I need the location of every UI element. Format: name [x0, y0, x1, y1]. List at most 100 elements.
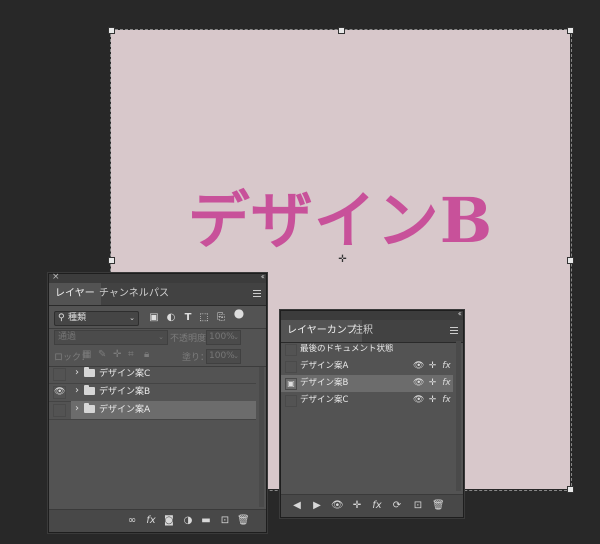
- folder-icon: [84, 403, 95, 413]
- chevron-right-icon[interactable]: ›: [75, 367, 79, 378]
- visibility-toggle[interactable]: [53, 368, 66, 381]
- lock-artboard-icon[interactable]: ⌗: [128, 349, 134, 360]
- transform-handle-top-right[interactable]: [567, 27, 574, 34]
- comps-bottom-toolbar: ◀ ▶ 👁︎ ✛ fx ⟳ ⊡ 🗑︎: [281, 494, 463, 517]
- transform-handle-top-left[interactable]: [108, 27, 115, 34]
- divider: [49, 328, 266, 329]
- transform-handle-left[interactable]: [108, 257, 115, 264]
- layer-row[interactable]: › デザイン案A: [49, 401, 256, 420]
- panel-menu-icon[interactable]: [450, 327, 458, 336]
- last-document-state-label: 最後のドキュメント状態: [300, 344, 394, 354]
- fx-icon[interactable]: fx: [441, 395, 452, 406]
- visibility-toggle[interactable]: [53, 404, 66, 417]
- layers-panel-titlebar[interactable]: × ‹‹: [49, 272, 266, 283]
- comp-name: デザイン案C: [300, 395, 349, 405]
- chevron-down-icon: ⌄: [233, 333, 239, 341]
- visibility-icon[interactable]: 👁︎: [413, 361, 424, 372]
- eye-icon[interactable]: 👁︎: [53, 386, 66, 399]
- trash-icon[interactable]: 🗑︎: [237, 515, 250, 527]
- comp-row[interactable]: ▣ デザイン案B 👁︎ ✛ fx: [281, 375, 453, 392]
- tab-paths[interactable]: パス: [143, 283, 175, 305]
- visibility-icon[interactable]: 👁︎: [413, 395, 424, 406]
- chevron-down-icon: ⌄: [158, 333, 164, 341]
- chevron-down-icon: ⌄: [233, 352, 239, 360]
- filter-toggle-icon[interactable]: ●: [233, 307, 245, 319]
- folder-icon: [84, 367, 95, 377]
- canvas-text: デザインB: [187, 184, 494, 257]
- chevron-right-icon[interactable]: ›: [75, 385, 79, 396]
- apply-toggle[interactable]: [285, 361, 297, 373]
- next-comp-icon[interactable]: ▶: [311, 500, 323, 512]
- applied-comp-icon[interactable]: ▣: [285, 378, 297, 390]
- mask-icon[interactable]: ◙: [163, 515, 175, 527]
- last-document-state-row[interactable]: 最後のドキュメント状態: [281, 341, 453, 358]
- filter-kind-value: 種類: [68, 313, 87, 323]
- close-icon[interactable]: ×: [52, 272, 60, 282]
- layer-comps-panel: ‹‹ レイヤーカンプ 注釈 最後のドキュメント状態 デザイン案A 👁︎ ✛ fx…: [280, 309, 464, 518]
- filter-kind-select[interactable]: ⚲ 種類 ⌄: [54, 311, 139, 326]
- opacity-value: 100%: [209, 332, 235, 342]
- chevron-right-icon[interactable]: ›: [75, 403, 79, 414]
- scrollbar[interactable]: [456, 341, 461, 491]
- lock-all-icon[interactable]: 🔒︎: [144, 349, 149, 360]
- layer-name: デザイン案A: [99, 405, 151, 415]
- tab-notes[interactable]: 注釈: [347, 320, 379, 342]
- comp-name: デザイン案A: [300, 361, 349, 371]
- opacity-field[interactable]: 100% ⌄: [206, 330, 241, 345]
- layer-name: デザイン案C: [99, 369, 151, 379]
- panel-menu-icon[interactable]: [253, 290, 261, 299]
- lock-position-icon[interactable]: ✛: [113, 349, 121, 360]
- position-icon[interactable]: ✛: [427, 378, 438, 389]
- new-comp-icon[interactable]: ⊡: [412, 500, 424, 512]
- update-style-icon[interactable]: fx: [371, 500, 383, 512]
- reference-point-icon[interactable]: ✛: [338, 255, 347, 265]
- layers-tabbar: レイヤー チャンネル パス: [49, 283, 266, 306]
- collapse-icon[interactable]: ‹‹: [458, 309, 463, 318]
- apply-toggle[interactable]: [285, 344, 297, 356]
- layer-row[interactable]: › デザイン案C: [49, 365, 256, 384]
- new-layer-icon[interactable]: ⊡: [219, 515, 231, 527]
- update-comp-icon[interactable]: ⟳: [391, 500, 403, 512]
- update-visibility-icon[interactable]: 👁︎: [331, 500, 344, 512]
- filter-smartobject-icon[interactable]: ⎘: [215, 312, 227, 324]
- new-group-icon[interactable]: ▬: [200, 515, 212, 527]
- lock-transparent-icon[interactable]: ▦: [82, 349, 91, 360]
- filter-pixel-icon[interactable]: ▣: [148, 312, 160, 324]
- previous-comp-icon[interactable]: ◀: [291, 500, 303, 512]
- fill-field[interactable]: 100% ⌄: [206, 349, 241, 364]
- layer-name: デザイン案B: [99, 387, 151, 397]
- adjustment-icon[interactable]: ◑: [182, 515, 194, 527]
- folder-icon: [84, 385, 95, 395]
- lock-paint-icon[interactable]: ✎: [98, 349, 106, 360]
- layer-row[interactable]: 👁︎ › デザイン案B: [49, 383, 256, 402]
- collapse-icon[interactable]: ‹‹: [261, 272, 266, 281]
- fill-value: 100%: [209, 351, 235, 361]
- comp-row[interactable]: デザイン案C 👁︎ ✛ fx: [281, 392, 453, 409]
- transform-handle-right[interactable]: [567, 257, 574, 264]
- apply-toggle[interactable]: [285, 395, 297, 407]
- blend-mode-select[interactable]: 通過 ⌄: [54, 330, 168, 345]
- filter-type-icon[interactable]: T: [182, 312, 194, 324]
- scrollbar[interactable]: [259, 367, 264, 507]
- transform-handle-top[interactable]: [338, 27, 345, 34]
- filter-shape-icon[interactable]: ⬚: [198, 312, 210, 324]
- trash-icon[interactable]: 🗑︎: [432, 500, 445, 512]
- fill-label: 塗り：: [182, 353, 210, 363]
- position-icon[interactable]: ✛: [427, 395, 438, 406]
- transform-handle-bottom-right[interactable]: [567, 486, 574, 493]
- update-position-icon[interactable]: ✛: [351, 500, 363, 512]
- comp-name: デザイン案B: [300, 378, 349, 388]
- fx-icon[interactable]: fx: [441, 378, 452, 389]
- blend-mode-value: 通過: [58, 332, 77, 342]
- fx-icon[interactable]: fx: [145, 515, 157, 527]
- comp-row[interactable]: デザイン案A 👁︎ ✛ fx: [281, 358, 453, 375]
- filter-adjustment-icon[interactable]: ◐: [165, 312, 177, 324]
- position-icon[interactable]: ✛: [427, 361, 438, 372]
- visibility-icon[interactable]: 👁︎: [413, 378, 424, 389]
- comps-panel-titlebar[interactable]: ‹‹: [281, 309, 463, 320]
- layers-bottom-toolbar: ∞ fx ◙ ◑ ▬ ⊡ 🗑︎: [49, 509, 266, 532]
- comps-tabbar: レイヤーカンプ 注釈: [281, 320, 463, 343]
- link-icon[interactable]: ∞: [126, 515, 138, 527]
- layers-panel: × ‹‹ レイヤー チャンネル パス ⚲ 種類 ⌄ ▣ ◐ T ⬚ ⎘ ● 通過…: [48, 272, 267, 533]
- fx-icon[interactable]: fx: [441, 361, 452, 372]
